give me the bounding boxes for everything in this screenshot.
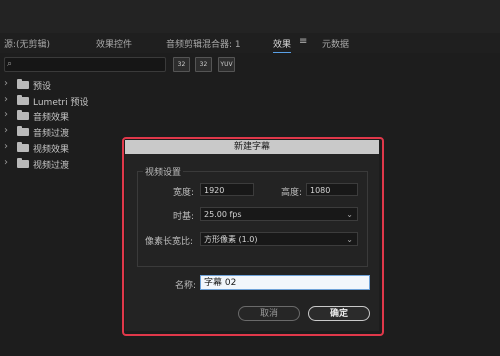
accelerated-effects-button[interactable]: 32	[173, 57, 190, 72]
cancel-button[interactable]: 取消	[238, 306, 300, 321]
chevron-right-icon[interactable]: ›	[4, 157, 8, 168]
tab-source[interactable]: 源:(无剪辑)	[4, 37, 50, 50]
pixel-aspect-select[interactable]: 方形像素 (1.0) ⌄	[200, 232, 358, 246]
folder-icon	[17, 158, 29, 168]
pixel-aspect-value: 方形像素 (1.0)	[204, 235, 258, 244]
folder-icon	[17, 79, 29, 89]
tab-effect-controls[interactable]: 效果控件	[96, 37, 132, 50]
width-label: 宽度:	[173, 188, 195, 198]
timebase-label: 时基:	[173, 212, 195, 222]
tree-item-lumetri-presets[interactable]: › Lumetri 预设	[0, 93, 200, 108]
chevron-down-icon: ⌄	[346, 235, 353, 244]
chevron-down-icon: ⌄	[346, 210, 353, 219]
chevron-right-icon[interactable]: ›	[4, 78, 8, 89]
tab-metadata[interactable]: 元数据	[322, 37, 349, 50]
name-label: 名称:	[175, 281, 197, 291]
32bit-effects-button[interactable]: 32	[195, 57, 212, 72]
pixel-aspect-label: 像素长宽比:	[145, 237, 194, 247]
chevron-right-icon[interactable]: ›	[4, 94, 8, 105]
folder-icon	[17, 142, 29, 152]
name-field[interactable]: 字幕 02	[200, 275, 370, 290]
active-tab-underline	[273, 52, 292, 53]
tab-effects-label: 效果	[273, 40, 292, 50]
folder-icon	[17, 110, 29, 120]
tree-item-presets[interactable]: › 预设	[0, 77, 200, 92]
search-input[interactable]: ⌕	[4, 57, 166, 72]
width-field[interactable]: 1920	[200, 183, 254, 196]
tree-item-audio-effects[interactable]: › 音频效果	[0, 108, 200, 123]
chevron-right-icon[interactable]: ›	[4, 109, 8, 120]
timebase-select[interactable]: 25.00 fps ⌄	[200, 207, 358, 221]
panel-menu-icon[interactable]: ≡	[299, 36, 307, 47]
ok-button[interactable]: 确定	[308, 306, 370, 321]
top-panel-strip	[0, 0, 500, 34]
tab-effects[interactable]: 效果	[273, 37, 292, 53]
height-field[interactable]: 1080	[306, 183, 358, 196]
timebase-value: 25.00 fps	[204, 210, 242, 219]
folder-icon	[17, 95, 29, 105]
height-label: 高度:	[281, 188, 303, 198]
tab-audio-clip-mixer[interactable]: 音频剪辑混合器: 1	[166, 37, 241, 50]
panel-tab-bar: 源:(无剪辑) 效果控件 音频剪辑混合器: 1 效果 ≡ 元数据	[0, 33, 500, 53]
folder-icon	[17, 126, 29, 136]
new-title-dialog: 新建字幕 视频设置 宽度: 1920 高度: 1080 时基: 25.00 fp…	[125, 140, 379, 331]
yuv-effects-button[interactable]: YUV	[218, 57, 235, 72]
video-settings-label: 视频设置	[143, 165, 184, 178]
dialog-title[interactable]: 新建字幕	[125, 140, 379, 154]
search-icon: ⌕	[7, 59, 13, 69]
chevron-right-icon[interactable]: ›	[4, 141, 8, 152]
chevron-right-icon[interactable]: ›	[4, 125, 8, 136]
